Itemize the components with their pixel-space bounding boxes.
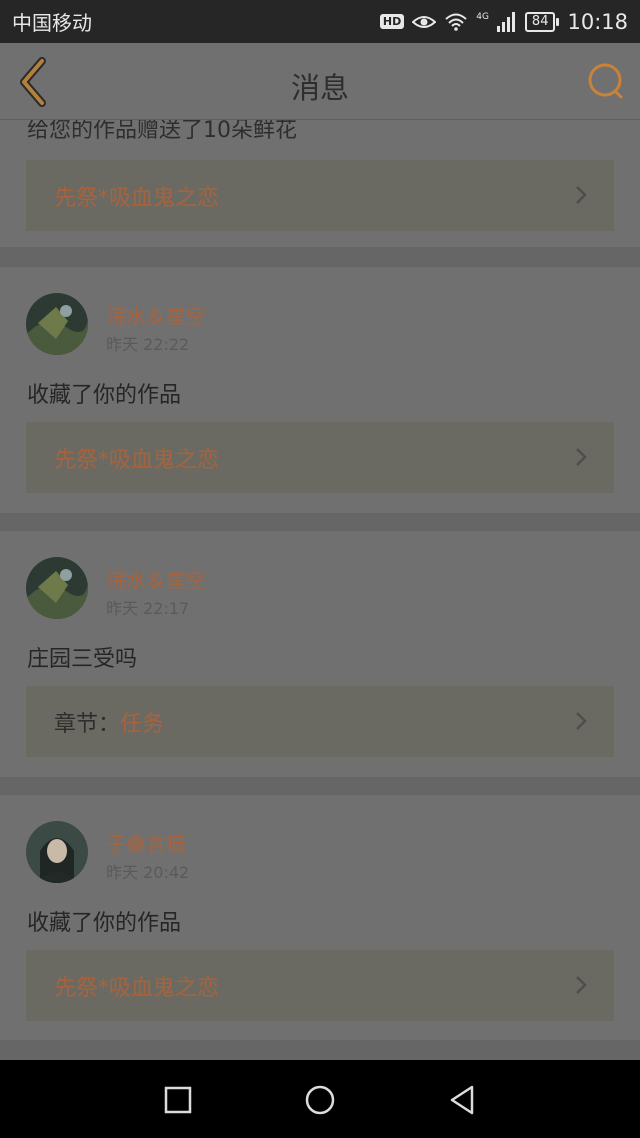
message-text: 给您的作品赠送了10朵鲜花 xyxy=(27,120,297,143)
work-title: 先祭*吸血鬼之恋 xyxy=(54,185,220,211)
page-title: 消息 xyxy=(290,71,349,105)
message-text: 收藏了你的作品 xyxy=(27,911,182,936)
status-bar: 中国移动 HD 4G 84 10:18 xyxy=(0,0,640,43)
timestamp: 昨天 20:42 xyxy=(106,863,190,882)
avatar[interactable] xyxy=(26,821,88,883)
chapter-title: 任务 xyxy=(120,711,165,737)
status-icons: HD 4G 84 10:18 xyxy=(379,9,628,34)
carrier-name: 中国移动 xyxy=(12,11,92,35)
work-title: 先祭*吸血鬼之恋 xyxy=(54,447,220,473)
battery-indicator: 84 xyxy=(524,11,560,32)
timestamp: 昨天 22:17 xyxy=(106,599,190,618)
chevron-right-icon xyxy=(576,448,587,466)
username[interactable]: 子桑言痕 xyxy=(106,828,186,857)
back-nav-button[interactable] xyxy=(442,1080,482,1120)
signal-icon xyxy=(496,11,515,32)
status-time: 10:18 xyxy=(567,9,628,34)
home-button[interactable] xyxy=(300,1080,340,1120)
work-link[interactable]: 先祭*吸血鬼之恋 xyxy=(26,950,614,1021)
message-text: 庄园三受吗 xyxy=(27,647,138,672)
work-link[interactable]: 先祭*吸血鬼之恋 xyxy=(26,160,614,231)
chevron-right-icon xyxy=(576,186,587,204)
message-list[interactable]: 给您的作品赠送了10朵鲜花 先祭*吸血鬼之恋 浣水＆星空 昨天 22:22 收藏… xyxy=(0,120,640,1060)
message-card: 给您的作品赠送了10朵鲜花 先祭*吸血鬼之恋 xyxy=(0,120,640,247)
search-button[interactable] xyxy=(586,61,626,101)
chapter-link[interactable]: 章节： 任务 xyxy=(26,686,614,757)
avatar[interactable] xyxy=(26,557,88,619)
message-card: 浣水＆星空 昨天 22:17 庄园三受吗 章节： 任务 xyxy=(0,531,640,777)
message-card: 浣水＆星空 昨天 22:22 收藏了你的作品 先祭*吸血鬼之恋 xyxy=(0,267,640,513)
timestamp: 昨天 22:22 xyxy=(106,335,190,354)
network-type: 4G xyxy=(476,11,489,22)
chevron-right-icon xyxy=(576,712,587,730)
message-card: 子桑言痕 昨天 20:42 收藏了你的作品 先祭*吸血鬼之恋 xyxy=(0,795,640,1040)
eye-icon xyxy=(412,15,437,28)
message-text: 收藏了你的作品 xyxy=(27,383,182,408)
square-icon xyxy=(164,1086,192,1114)
battery-tip xyxy=(556,17,560,26)
triangle-back-icon xyxy=(450,1085,474,1115)
recent-apps-button[interactable] xyxy=(158,1080,198,1120)
work-link[interactable]: 先祭*吸血鬼之恋 xyxy=(26,422,614,493)
wifi-icon xyxy=(445,13,467,31)
avatar[interactable] xyxy=(26,293,88,355)
hd-badge: HD xyxy=(379,14,405,29)
navigation-bar xyxy=(0,1060,640,1138)
header: 消息 xyxy=(0,43,640,120)
circle-icon xyxy=(305,1085,335,1115)
battery-level: 84 xyxy=(524,11,556,32)
username[interactable]: 浣水＆星空 xyxy=(106,564,206,593)
work-title: 先祭*吸血鬼之恋 xyxy=(54,975,220,1001)
search-icon xyxy=(588,63,623,99)
username[interactable]: 浣水＆星空 xyxy=(106,300,206,329)
chevron-right-icon xyxy=(576,976,587,994)
chapter-prefix: 章节： xyxy=(54,711,121,737)
